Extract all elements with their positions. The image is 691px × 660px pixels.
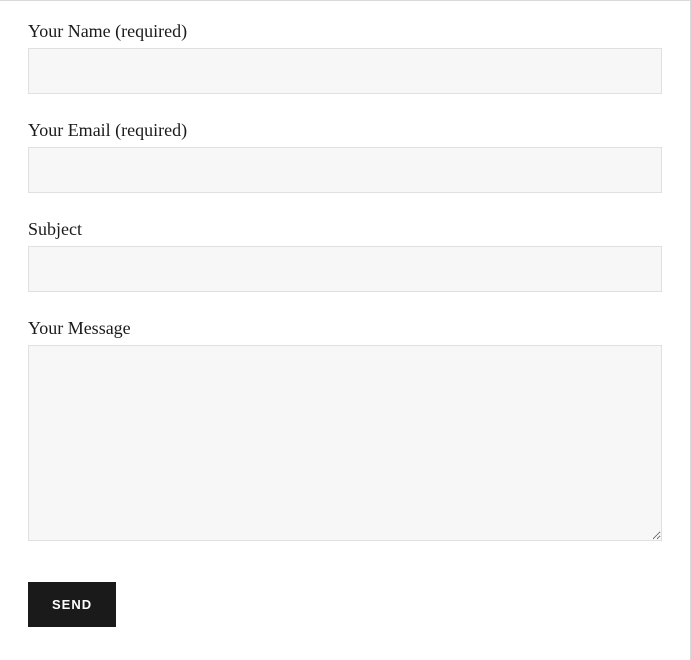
name-input[interactable] bbox=[28, 48, 662, 94]
email-input[interactable] bbox=[28, 147, 662, 193]
name-field-group: Your Name (required) bbox=[28, 21, 662, 94]
message-label: Your Message bbox=[28, 318, 662, 339]
message-field-group: Your Message bbox=[28, 318, 662, 546]
subject-input[interactable] bbox=[28, 246, 662, 292]
name-label: Your Name (required) bbox=[28, 21, 662, 42]
send-button[interactable]: Send bbox=[28, 582, 116, 627]
subject-field-group: Subject bbox=[28, 219, 662, 292]
contact-form: Your Name (required) Your Email (require… bbox=[0, 1, 690, 647]
message-textarea[interactable] bbox=[28, 345, 662, 541]
subject-label: Subject bbox=[28, 219, 662, 240]
email-field-group: Your Email (required) bbox=[28, 120, 662, 193]
email-label: Your Email (required) bbox=[28, 120, 662, 141]
